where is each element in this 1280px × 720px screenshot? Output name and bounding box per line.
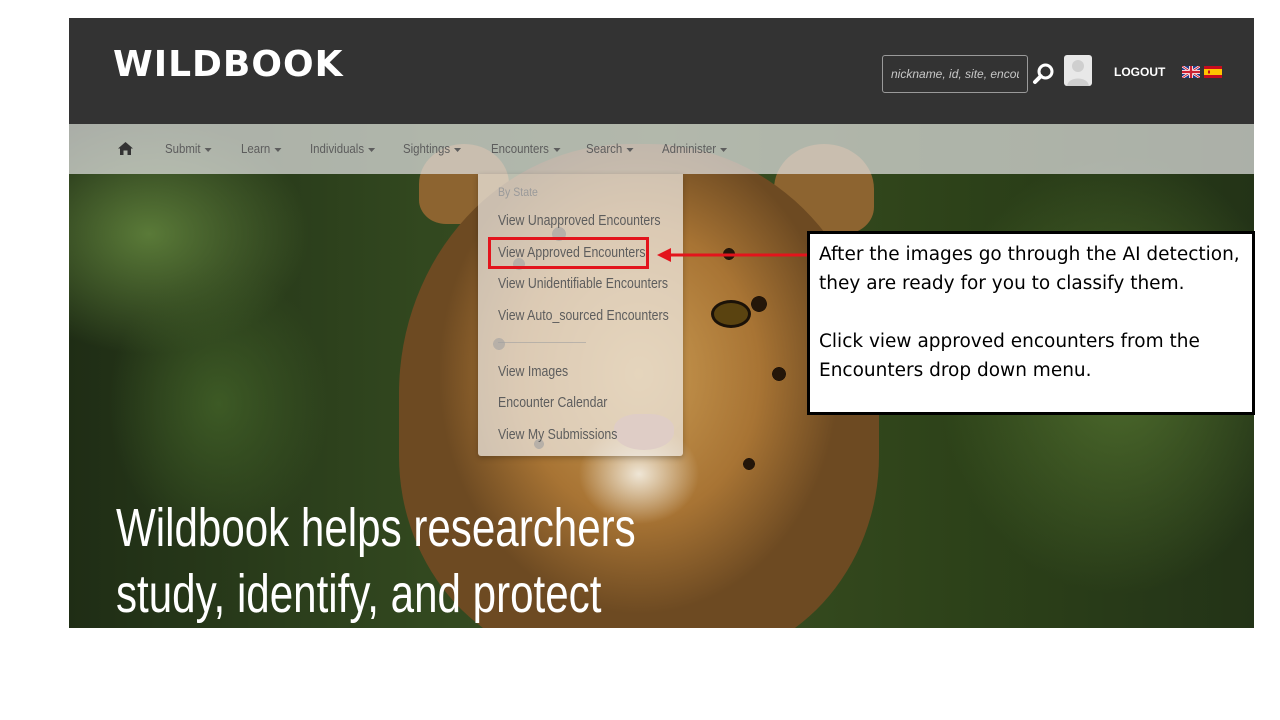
nav-encounters[interactable]: Encounters	[491, 141, 561, 156]
nav-administer-label: Administer	[662, 141, 717, 156]
menu-item-view-unapproved-encounters[interactable]: View Unapproved Encounters	[498, 212, 661, 229]
nav-submit[interactable]: Submit	[165, 141, 213, 156]
hero-tagline-line-1: Wildbook helps researchers	[116, 498, 636, 558]
caret-down-icon	[454, 147, 462, 152]
main-nav: Submit Learn Individuals Sightings Encou…	[69, 124, 1254, 174]
nav-learn[interactable]: Learn	[241, 141, 282, 156]
menu-item-view-auto-sourced-encounters[interactable]: View Auto_sourced Encounters	[498, 307, 669, 324]
nav-individuals-label: Individuals	[310, 141, 365, 156]
nav-learn-label: Learn	[241, 141, 271, 156]
caret-down-icon	[626, 147, 634, 152]
hero-tagline-line-2: study, identify, and protect	[116, 564, 602, 624]
nav-encounters-label: Encounters	[491, 141, 549, 156]
nav-search[interactable]: Search	[586, 141, 634, 156]
caret-down-icon	[720, 147, 728, 152]
caret-down-icon	[553, 147, 561, 152]
uk-flag-icon[interactable]	[1182, 66, 1200, 78]
nav-search-label: Search	[586, 141, 623, 156]
search-icon[interactable]	[1032, 62, 1056, 86]
arrow-left-icon	[657, 248, 808, 262]
menu-item-view-images[interactable]: View Images	[498, 363, 568, 380]
encounters-dropdown-menu: By State View Unapproved Encounters View…	[478, 174, 683, 456]
callout-paragraph-1: After the images go through the AI detec…	[819, 244, 1240, 294]
top-bar: WILDBOOK LOGOUT	[69, 18, 1254, 124]
wildbook-logo[interactable]: WILDBOOK	[113, 44, 343, 85]
highlight-box	[488, 237, 649, 269]
instruction-callout: After the images go through the AI detec…	[807, 231, 1255, 415]
logout-link[interactable]: LOGOUT	[1114, 65, 1165, 79]
nav-individuals[interactable]: Individuals	[310, 141, 376, 156]
menu-item-view-my-submissions[interactable]: View My Submissions	[498, 426, 617, 443]
home-icon[interactable]	[117, 140, 134, 157]
nav-sightings[interactable]: Sightings	[403, 141, 462, 156]
caret-down-icon	[274, 147, 282, 152]
caret-down-icon	[368, 147, 376, 152]
avatar[interactable]	[1064, 55, 1092, 86]
nav-sightings-label: Sightings	[403, 141, 451, 156]
es-flag-icon[interactable]	[1204, 66, 1222, 78]
hero-tagline: Wildbook helps researchers study, identi…	[116, 495, 662, 627]
jaguar-eye	[711, 300, 751, 328]
caret-down-icon	[205, 147, 213, 152]
menu-item-encounter-calendar[interactable]: Encounter Calendar	[498, 394, 607, 411]
callout-paragraph-2: Click view approved encounters from the …	[819, 331, 1200, 381]
search-input[interactable]	[882, 55, 1028, 93]
dropdown-section-header: By State	[498, 185, 538, 199]
nav-submit-label: Submit	[165, 141, 201, 156]
nav-administer[interactable]: Administer	[662, 141, 728, 156]
menu-item-view-unidentifiable-encounters[interactable]: View Unidentifiable Encounters	[498, 275, 668, 292]
dropdown-divider	[498, 342, 586, 343]
